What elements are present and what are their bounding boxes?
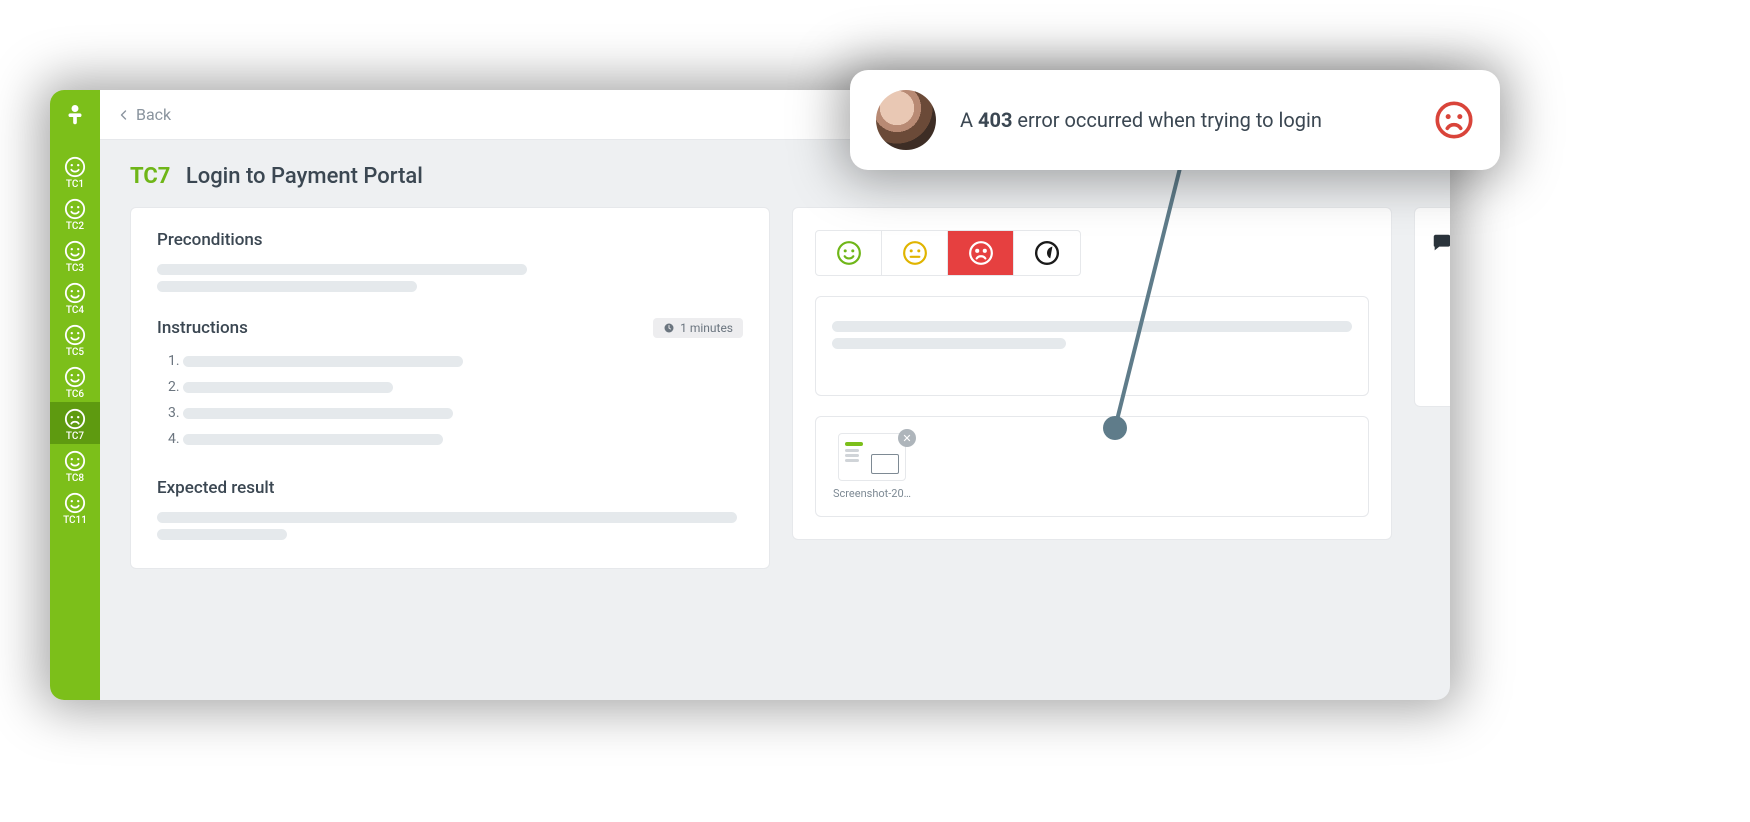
placeholder-line [832, 321, 1352, 332]
back-label: Back [136, 105, 171, 124]
sidebar-item-label: TC5 [66, 347, 84, 358]
frown-icon [968, 240, 994, 266]
smile-icon [836, 240, 862, 266]
comments-panel[interactable] [1414, 207, 1450, 407]
rating-pass-button[interactable] [816, 231, 882, 275]
attachment-thumb[interactable]: ✕ Screenshot-20… [832, 433, 912, 500]
remove-attachment-button[interactable]: ✕ [898, 429, 916, 447]
attachment-filename: Screenshot-20… [832, 487, 912, 500]
placeholder-line [157, 281, 417, 292]
main-area: Back TC7 Login to Payment Portal Precond… [100, 90, 1450, 700]
sidebar-item-label: TC1 [66, 179, 84, 190]
face-icon [64, 408, 86, 430]
rating-group [815, 230, 1081, 276]
face-icon [64, 156, 86, 178]
sidebar-item-label: TC7 [66, 431, 84, 442]
test-case-name: Login to Payment Portal [186, 164, 423, 189]
placeholder-line [157, 512, 737, 523]
instruction-item [183, 374, 743, 400]
sidebar-item-tc3[interactable]: TC3 [50, 234, 100, 276]
sidebar-item-tc2[interactable]: TC2 [50, 192, 100, 234]
instructions-heading: Instructions [157, 318, 248, 338]
sidebar-item-tc8[interactable]: TC8 [50, 444, 100, 486]
clock-icon [663, 322, 675, 334]
instruction-item [183, 400, 743, 426]
back-button[interactable]: Back [118, 105, 171, 124]
attachment-box: ✕ Screenshot-20… [815, 416, 1369, 517]
neutral-icon [902, 240, 928, 266]
result-card: ✕ Screenshot-20… [792, 207, 1392, 540]
logo-icon [62, 102, 88, 128]
sidebar-item-label: TC2 [66, 221, 84, 232]
duration-pill: 1 minutes [653, 318, 743, 338]
instructions-list [157, 348, 743, 452]
sidebar-item-tc11[interactable]: TC11 [50, 486, 100, 528]
sidebar-item-tc6[interactable]: TC6 [50, 360, 100, 402]
duration-text: 1 minutes [680, 321, 733, 335]
sidebar-item-tc5[interactable]: TC5 [50, 318, 100, 360]
sidebar-item-label: TC3 [66, 263, 84, 274]
face-icon [64, 198, 86, 220]
preconditions-heading: Preconditions [157, 230, 743, 250]
rating-fail-button[interactable] [948, 231, 1014, 275]
sidebar-item-label: TC4 [66, 305, 84, 316]
app-logo [50, 90, 100, 140]
frown-icon [1434, 100, 1474, 140]
details-card: Preconditions Instructions 1 minutes [130, 207, 770, 569]
comment-icon [1431, 232, 1450, 254]
placeholder-line [157, 264, 527, 275]
chevron-left-icon [118, 109, 130, 121]
instruction-item [183, 426, 743, 452]
instruction-item [183, 348, 743, 374]
app-frame: TC1 TC2 TC3 TC4 TC5 [50, 90, 1450, 700]
face-icon [64, 324, 86, 346]
face-icon [64, 492, 86, 514]
error-toast: A 403 error occurred when trying to logi… [850, 70, 1500, 170]
face-icon [64, 240, 86, 262]
sidebar-item-tc7[interactable]: TC7 [50, 402, 100, 444]
blocked-icon [1034, 240, 1060, 266]
toast-message: A 403 error occurred when trying to logi… [960, 108, 1410, 132]
sidebar-item-label: TC11 [63, 515, 87, 526]
face-icon [64, 366, 86, 388]
sidebar: TC1 TC2 TC3 TC4 TC5 [50, 90, 100, 700]
sidebar-item-label: TC8 [66, 473, 84, 484]
result-note-box[interactable] [815, 296, 1369, 396]
sidebar-item-tc1[interactable]: TC1 [50, 150, 100, 192]
avatar [876, 90, 936, 150]
face-icon [64, 282, 86, 304]
rating-warn-button[interactable] [882, 231, 948, 275]
sidebar-item-tc4[interactable]: TC4 [50, 276, 100, 318]
test-case-id: TC7 [130, 164, 170, 189]
rating-blocked-button[interactable] [1014, 231, 1080, 275]
expected-heading: Expected result [157, 478, 743, 498]
placeholder-line [832, 338, 1066, 349]
face-icon [64, 450, 86, 472]
placeholder-line [157, 529, 287, 540]
sidebar-item-label: TC6 [66, 389, 84, 400]
